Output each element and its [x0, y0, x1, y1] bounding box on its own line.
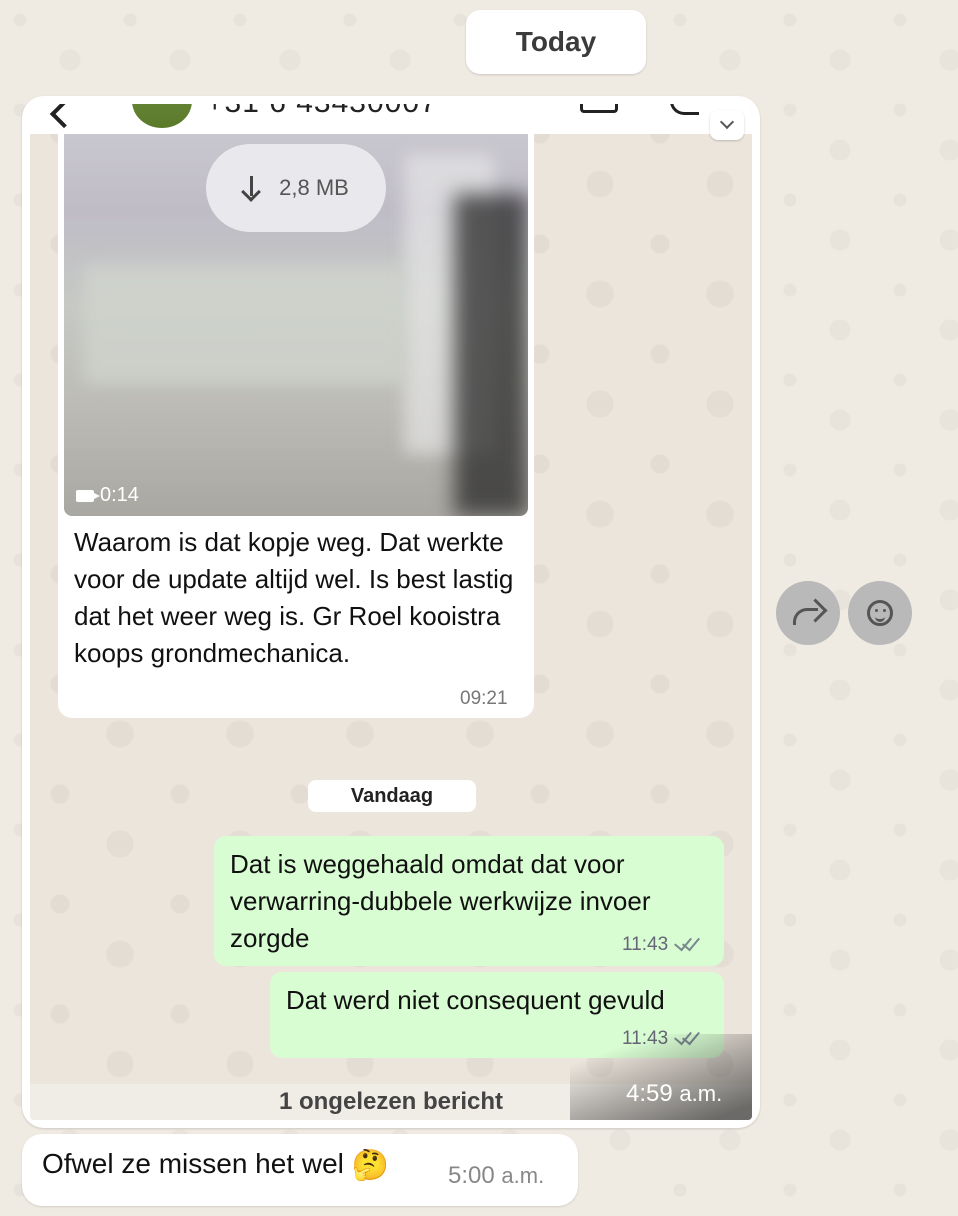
avatar: [132, 104, 192, 128]
outgoing-message-time: 11:43: [622, 934, 669, 955]
outgoing-text-message[interactable]: Ofwel ze missen het wel 🤔 5:00 a.m.: [22, 1134, 578, 1206]
video-call-icon: [580, 104, 618, 113]
incoming-message-time: 09:21: [460, 688, 508, 709]
shared-screenshot[interactable]: +31 6 43430007 2,8 MB 0:14 Waarom is dat…: [30, 104, 752, 1120]
download-size: 2,8 MB: [279, 175, 349, 200]
contact-phone: +31 6 43430007: [206, 104, 438, 120]
outgoing-message-text: Dat werd niet consequent gevuld: [286, 985, 665, 1015]
react-button[interactable]: [848, 581, 912, 645]
back-icon: [49, 104, 79, 129]
outgoing-message-meta: 11:43: [622, 932, 701, 956]
video-camera-icon: [76, 489, 100, 502]
last-message: Ofwel ze missen het wel 🤔: [42, 1148, 389, 1183]
double-check-icon: [674, 932, 701, 952]
date-chip: Vandaag: [308, 780, 476, 812]
emoji-icon: [867, 600, 893, 626]
last-message-text: Ofwel ze missen het wel: [42, 1148, 344, 1179]
video-thumbnail: 2,8 MB 0:14: [64, 134, 528, 516]
forward-button[interactable]: [776, 581, 840, 645]
image-time-ampm: a.m.: [679, 1081, 723, 1106]
download-arrow-icon: [241, 176, 262, 202]
image-message-time: 4:59 a.m.: [626, 1080, 722, 1108]
chevron-down-icon: [719, 114, 735, 130]
last-time-ampm: a.m.: [501, 1163, 545, 1188]
forward-icon: [793, 598, 828, 625]
scroll-down-button[interactable]: [710, 110, 744, 140]
incoming-message-text: Waarom is dat kopje weg. Dat werkte voor…: [74, 527, 514, 668]
download-button: 2,8 MB: [206, 144, 386, 232]
outgoing-message: Dat is weggehaald omdat dat voor verwarr…: [214, 836, 724, 966]
date-separator: Today: [466, 10, 646, 74]
last-time-value: 5:00: [448, 1162, 495, 1189]
screenshot-chat-header: +31 6 43430007: [30, 104, 752, 134]
thinking-emoji: 🤔: [351, 1149, 390, 1182]
image-time-value: 4:59: [626, 1080, 673, 1107]
video-duration-label: 0:14: [100, 484, 139, 506]
call-icon: [670, 104, 699, 115]
video-duration: 0:14: [76, 484, 139, 507]
last-message-time: 5:00 a.m.: [448, 1162, 544, 1190]
